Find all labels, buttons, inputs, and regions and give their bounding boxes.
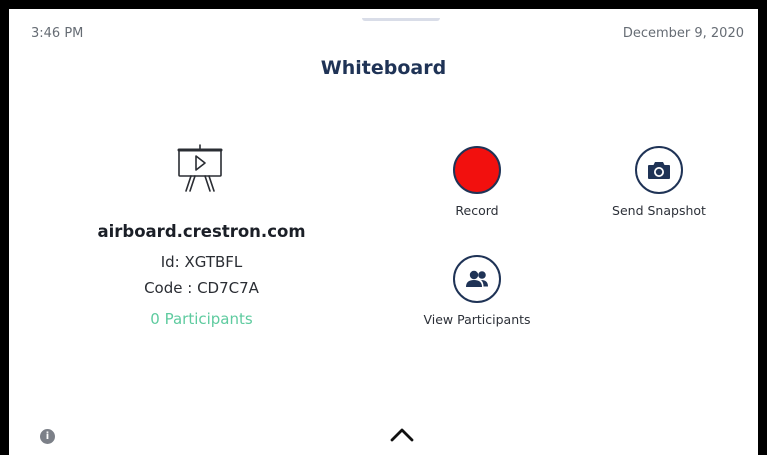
whiteboard-screen: 3:46 PM December 9, 2020 Whiteboard airb… (0, 0, 767, 455)
send-snapshot-button[interactable]: Send Snapshot (579, 146, 739, 218)
chevron-up-icon[interactable] (388, 425, 416, 443)
camera-icon[interactable] (635, 146, 683, 194)
easel-whiteboard-icon (177, 144, 223, 192)
info-icon[interactable]: i (40, 429, 55, 444)
people-icon[interactable] (453, 255, 501, 303)
participants-count[interactable]: 0 Participants (79, 310, 324, 328)
whiteboard-code: Code : CD7C7A (144, 279, 259, 297)
record-button[interactable]: Record (397, 146, 557, 218)
whiteboard-url: airboard.crestron.com (97, 222, 306, 241)
camera-glyph (648, 162, 670, 179)
view-participants-label: View Participants (423, 312, 531, 327)
status-date: December 9, 2020 (622, 26, 744, 41)
top-pull-tab[interactable] (362, 18, 440, 21)
record-label: Record (455, 203, 499, 218)
record-icon[interactable] (453, 146, 501, 194)
status-time: 3:46 PM (31, 26, 84, 41)
page-title: Whiteboard (320, 57, 447, 79)
send-snapshot-label: Send Snapshot (612, 203, 706, 218)
people-glyph (466, 270, 488, 287)
whiteboard-id: Id: XGTBFL (160, 253, 243, 271)
view-participants-button[interactable]: View Participants (397, 255, 557, 327)
